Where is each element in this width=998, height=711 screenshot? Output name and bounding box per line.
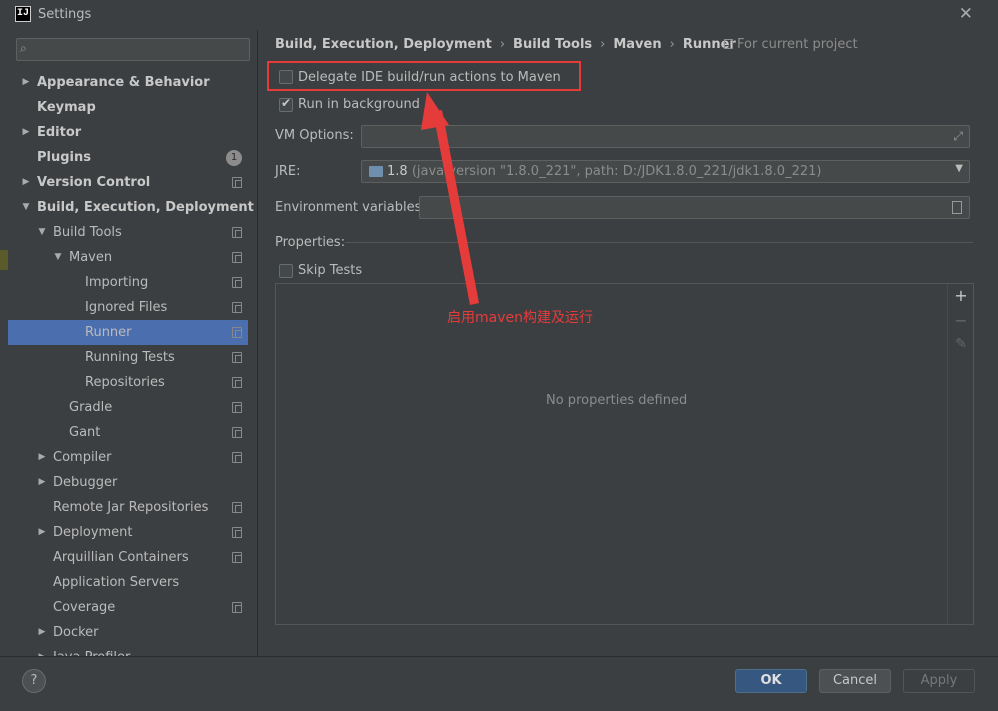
chevron-down-icon[interactable]: ▼ — [36, 220, 48, 245]
sidebar-scrollbar[interactable] — [257, 100, 258, 590]
chevron-down-icon[interactable]: ▼ — [52, 245, 64, 270]
project-scope-icon — [232, 327, 242, 338]
sidebar-item[interactable]: Runner — [8, 320, 248, 345]
sidebar-item[interactable]: Arquillian Containers — [8, 545, 248, 570]
sidebar-item-label: Application Servers — [53, 575, 180, 590]
sidebar-item[interactable]: ▶ Java Profiler — [8, 645, 248, 656]
sidebar-item[interactable]: ▶ Deployment — [8, 520, 248, 545]
project-scope-icon — [232, 402, 242, 413]
sidebar-item-label: Repositories — [85, 375, 165, 390]
sidebar-item[interactable]: Running Tests — [8, 345, 248, 370]
sidebar-item[interactable]: ▼ Build, Execution, Deployment — [8, 195, 254, 220]
project-scope-icon — [232, 352, 242, 363]
sidebar-item[interactable]: Plugins 1 — [8, 145, 248, 170]
settings-tree: ▶ Appearance & Behavior Keymap ▶ Editor Plugi… — [8, 70, 254, 656]
chevron-right-icon[interactable]: ▶ — [36, 445, 48, 470]
sidebar-item-label: Coverage — [53, 600, 116, 615]
sidebar-item-label: Editor — [37, 125, 82, 140]
sidebar-item-label: Java Profiler — [53, 645, 130, 656]
sidebar-item-label: Build Tools — [53, 225, 122, 240]
sidebar-item[interactable]: Remote Jar Repositories — [8, 495, 248, 520]
sidebar-item[interactable]: ▶ Docker — [8, 620, 248, 645]
chevron-right-icon[interactable]: ▶ — [20, 70, 32, 95]
sidebar-item-label: Gradle — [69, 400, 113, 415]
project-scope-icon — [232, 302, 242, 313]
project-scope-icon — [232, 252, 242, 263]
sidebar-item[interactable]: Application Servers — [8, 570, 248, 595]
chevron-right-icon[interactable]: ▶ — [36, 645, 48, 656]
sidebar-item-label: Plugins — [37, 150, 91, 165]
chevron-right-icon[interactable]: ▶ — [36, 470, 48, 495]
sidebar-item[interactable]: ▼ Maven — [8, 245, 248, 270]
sidebar-item[interactable]: ▶ Editor — [8, 120, 248, 145]
sidebar-item-label: Deployment — [53, 525, 133, 540]
project-scope-icon — [232, 377, 242, 388]
sidebar-item[interactable]: Gant — [8, 420, 248, 445]
chevron-right-icon[interactable]: ▶ — [20, 170, 32, 195]
annotation-arrow — [421, 92, 479, 305]
chevron-right-icon[interactable]: ▶ — [36, 520, 48, 545]
annotation-text: 启用maven构建及运行 — [447, 310, 593, 326]
chevron-right-icon[interactable]: ▶ — [20, 120, 32, 145]
sidebar-item[interactable]: Coverage — [8, 595, 248, 620]
chevron-right-icon[interactable]: ▶ — [36, 620, 48, 645]
sidebar-item-label: Remote Jar Repositories — [53, 500, 209, 515]
sidebar-item[interactable]: Repositories — [8, 370, 248, 395]
chevron-down-icon[interactable]: ▼ — [20, 195, 32, 220]
dialog-footer: ? OK Cancel Apply — [0, 656, 998, 711]
sidebar-item-label: Docker — [53, 625, 99, 640]
sidebar-item[interactable]: ▶ Appearance & Behavior — [8, 70, 248, 95]
search-icon: ⌕ — [20, 41, 27, 55]
sidebar-item-label: Runner — [85, 325, 132, 340]
sidebar-item-label: Keymap — [37, 100, 96, 115]
sidebar-item-label: Maven — [69, 250, 113, 265]
sidebar-item[interactable]: Importing — [8, 270, 248, 295]
help-button[interactable]: ? — [22, 669, 46, 693]
sidebar-item-label: Debugger — [53, 475, 118, 490]
sidebar-item[interactable]: ▶ Compiler — [8, 445, 248, 470]
settings-sidebar: ⌕ ▶ Appearance & Behavior Keymap ▶ Editor Plu… — [8, 30, 258, 656]
sidebar-item[interactable]: Ignored Files — [8, 295, 248, 320]
project-scope-icon — [232, 277, 242, 288]
update-badge: 1 — [226, 150, 242, 166]
sidebar-item-label: Version Control — [37, 175, 151, 190]
sidebar-item-label: Appearance & Behavior — [37, 75, 210, 90]
sidebar-item[interactable]: ▶ Version Control — [8, 170, 248, 195]
background-editor-strip — [0, 250, 8, 270]
sidebar-item[interactable]: ▶ Debugger — [8, 470, 248, 495]
sidebar-item-label: Build, Execution, Deployment — [37, 200, 254, 215]
intellij-icon: IJ — [15, 6, 31, 22]
project-scope-icon — [232, 177, 242, 188]
apply-button[interactable]: Apply — [903, 669, 975, 693]
sidebar-item[interactable]: Gradle — [8, 395, 248, 420]
sidebar-item[interactable]: ▼ Build Tools — [8, 220, 248, 245]
project-scope-icon — [232, 552, 242, 563]
project-scope-icon — [232, 427, 242, 438]
close-icon[interactable]: ✕ — [959, 4, 973, 24]
sidebar-item-label: Ignored Files — [85, 300, 168, 315]
runner-settings-panel: Build, Execution, Deployment › Build Tools… — [259, 30, 998, 656]
sidebar-item-label: Importing — [85, 275, 149, 290]
title-bar: IJ Settings ✕ — [0, 0, 998, 30]
cancel-button[interactable]: Cancel — [819, 669, 891, 693]
sidebar-item[interactable]: Keymap — [8, 95, 248, 120]
search-input[interactable]: ⌕ — [16, 38, 250, 61]
project-scope-icon — [232, 452, 242, 463]
settings-dialog: IJ Settings ✕ ⌕ ▶ Appearance & Behavior Ke… — [0, 0, 998, 711]
project-scope-icon — [232, 227, 242, 238]
project-scope-icon — [232, 602, 242, 613]
sidebar-item-label: Arquillian Containers — [53, 550, 189, 565]
sidebar-item-label: Running Tests — [85, 350, 175, 365]
project-scope-icon — [232, 527, 242, 538]
ok-button[interactable]: OK — [735, 669, 807, 693]
sidebar-item-label: Gant — [69, 425, 101, 440]
project-scope-icon — [232, 502, 242, 513]
window-title: Settings — [38, 7, 92, 22]
sidebar-item-label: Compiler — [53, 450, 112, 465]
